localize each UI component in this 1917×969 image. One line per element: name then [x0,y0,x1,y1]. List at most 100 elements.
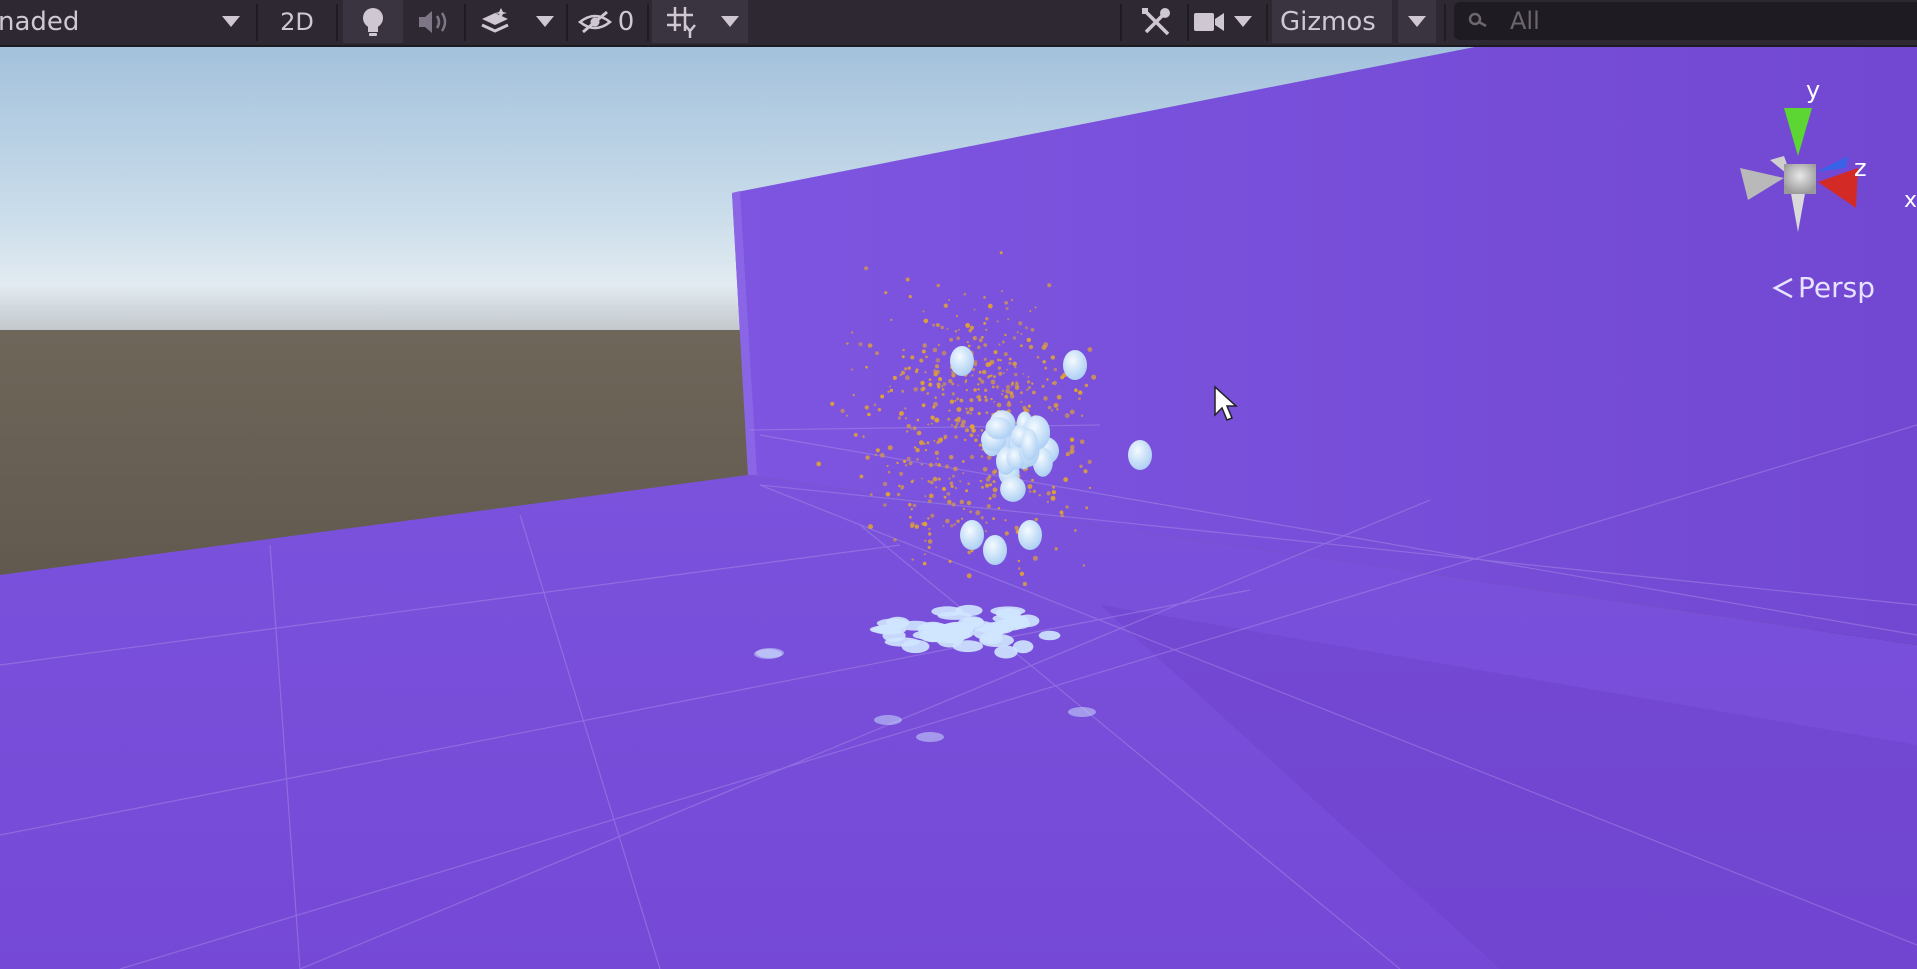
spark-particle [921,386,926,391]
spark-particle [859,474,864,479]
grid-dropdown-button[interactable] [712,0,748,43]
spark-particle [951,373,956,378]
hidden-objects-button[interactable]: 0 [570,0,642,43]
spark-particle [865,455,870,460]
spark-particle [1046,500,1049,503]
spark-particle [969,433,974,438]
lighting-toggle-button[interactable] [343,0,403,43]
projection-toggle[interactable]: Persp [1772,271,1875,304]
spark-particle [941,388,945,391]
spark-particle [983,343,987,347]
spark-particle [904,367,908,371]
spark-particle [851,331,854,334]
draw-mode-label: naded [0,6,80,37]
spark-particle [967,344,971,348]
scene-viewport[interactable]: y z x Persp [0,45,1917,969]
toolbar-divider [1120,4,1122,41]
spark-particle [1026,388,1029,391]
spark-particle [941,392,945,396]
gizmos-dropdown-button[interactable] [1398,0,1436,43]
spark-particle [1038,494,1041,497]
spark-particle [925,355,928,359]
spark-particle [965,407,968,410]
spark-particle [932,405,936,409]
spark-particle [1091,374,1097,380]
spark-particle [912,426,917,431]
splash-particle [979,633,1014,648]
spark-particle [999,359,1002,362]
chevron-left-icon [1772,277,1793,298]
spark-particle [1051,490,1056,495]
spark-particle [1008,361,1012,365]
spark-particle [936,323,940,327]
toggle-2d-button[interactable]: 2D [268,0,326,43]
axis-gizmo-graphic [1740,108,1858,232]
spark-particle [984,395,987,399]
spark-particle [1020,391,1023,395]
spark-particle [921,403,926,408]
spark-particle [880,394,885,399]
effects-dropdown-button[interactable] [528,0,562,43]
spark-particle [1004,394,1009,399]
spark-particle [903,459,907,463]
spark-particle [1083,469,1088,474]
spark-particle [983,322,987,325]
spark-particle [980,455,984,458]
spark-particle [964,438,967,442]
spark-particle [865,365,868,369]
spark-particle [1018,321,1023,326]
scene-tools-button[interactable] [1128,0,1183,43]
spark-particle [948,409,951,412]
spark-particle [1052,485,1056,489]
spark-particle [908,503,912,507]
projection-label: Persp [1798,271,1875,304]
spark-particle [979,479,983,483]
draw-mode-dropdown[interactable]: naded [0,0,250,43]
hierarchy-search-input[interactable]: All [1454,2,1917,40]
splash-particle [874,715,902,725]
orientation-gizmo[interactable]: y z x [1740,60,1917,290]
spark-particle [1085,506,1089,510]
spark-particle [962,460,965,463]
spark-particle [985,483,990,488]
effects-toggle-button[interactable] [470,0,520,43]
audio-toggle-button[interactable] [410,0,458,43]
spark-particle [954,487,957,490]
spark-particle [986,504,991,509]
spark-particle [1003,352,1008,357]
hidden-count: 0 [617,6,635,37]
spark-particle [973,308,976,311]
spark-particle [973,360,978,365]
toggle-2d-label: 2D [280,7,314,36]
spark-particle [930,422,933,425]
spark-particle [877,408,882,412]
spark-particle [1016,331,1019,334]
spark-particle [884,291,888,295]
spark-particle [907,366,911,370]
camera-settings-button[interactable] [1192,0,1254,43]
spark-particle [900,485,905,489]
spark-particle [864,266,869,271]
grid-toggle-button[interactable] [652,0,712,43]
spark-particle [913,387,918,392]
spark-particle [889,388,894,393]
spark-particle [962,507,966,511]
spark-particle [945,518,950,524]
spark-particle [943,434,948,439]
spark-particle [1046,491,1051,496]
spark-particle [965,323,970,328]
axis-y-label: y [1806,76,1821,104]
gizmos-button[interactable]: Gizmos [1272,0,1392,43]
spark-particle [1082,564,1086,567]
spark-particle [846,414,848,417]
splash-particle [994,645,1018,659]
spark-particle [1050,355,1056,360]
spark-particle [961,517,964,520]
spark-particle [959,499,964,505]
scene-canvas[interactable] [0,45,1917,969]
spark-particle [1069,409,1075,415]
spark-particle [927,517,930,520]
spark-particle [901,389,905,393]
spark-particle [899,373,902,377]
spark-particle [966,341,969,344]
